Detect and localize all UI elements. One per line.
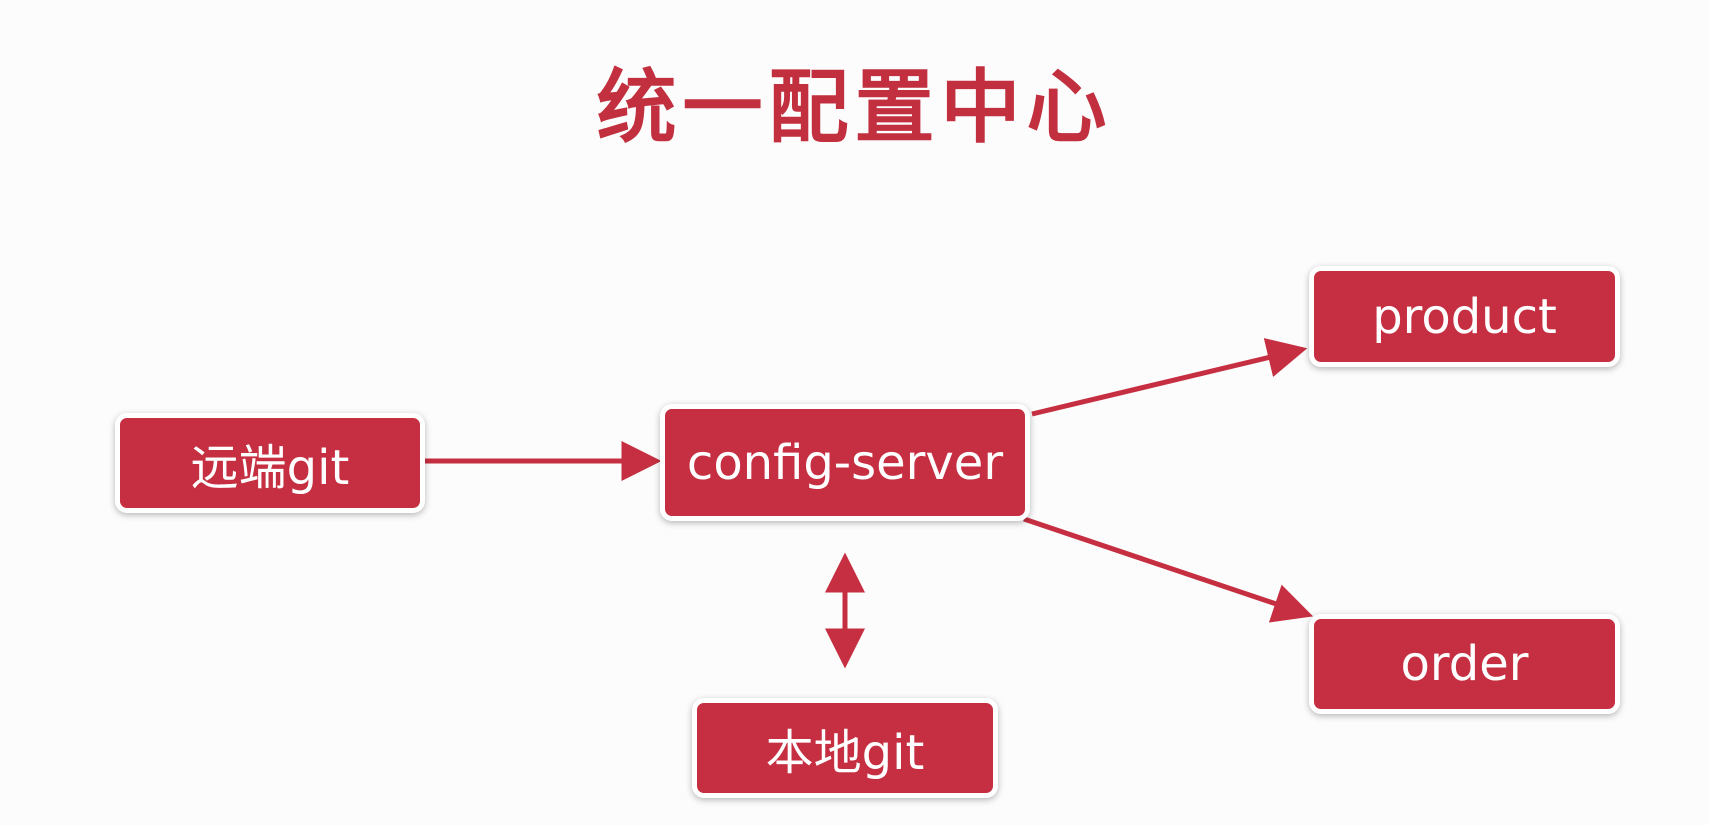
node-order-label: order bbox=[1400, 636, 1529, 692]
node-product-label: product bbox=[1372, 288, 1557, 345]
node-remote-git: 远端git bbox=[115, 413, 425, 513]
edge-config-to-product bbox=[1031, 338, 1308, 417]
node-config-server: config-server bbox=[660, 404, 1030, 521]
node-local-git: 本地git bbox=[692, 698, 998, 798]
edge-config-to-order bbox=[1023, 516, 1314, 623]
node-local-git-label: 本地git bbox=[765, 725, 925, 781]
node-product: product bbox=[1309, 266, 1620, 367]
node-remote-git-label: 远端git bbox=[190, 440, 350, 496]
node-order: order bbox=[1309, 614, 1620, 714]
node-config-server-label: config-server bbox=[686, 434, 1004, 491]
